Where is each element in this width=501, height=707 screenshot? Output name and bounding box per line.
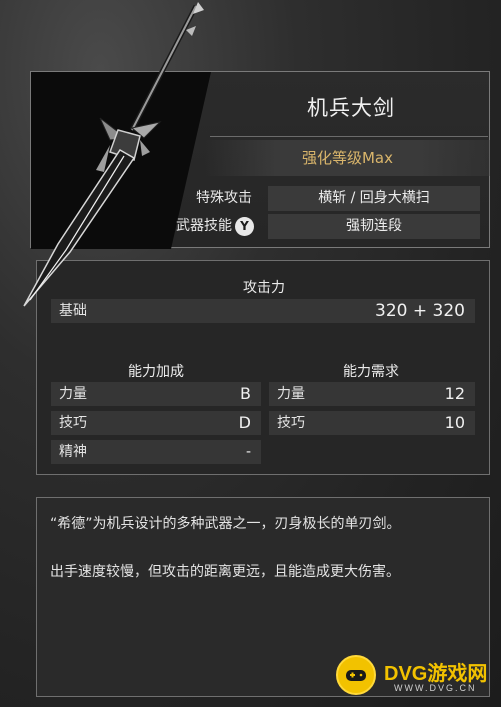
- requirement-label: 技巧: [277, 415, 305, 431]
- bonus-grade: B: [240, 384, 251, 403]
- bonus-grade: D: [238, 413, 251, 432]
- requirement-row-strength: 力量 12: [269, 382, 475, 406]
- requirement-label: 力量: [277, 386, 305, 402]
- bonus-header: 能力加成: [128, 364, 184, 380]
- watermark-url: WWW.DVG.CN: [394, 683, 477, 693]
- bonus-label: 精神: [59, 444, 87, 460]
- bonus-grade: -: [245, 444, 251, 460]
- bonus-row-spirit: 精神 -: [51, 440, 261, 464]
- description-line-1: “希德”为机兵设计的多种武器之一，刃身极长的单刃剑。: [50, 516, 401, 532]
- requirement-header: 能力需求: [343, 364, 399, 380]
- bonus-label: 力量: [59, 386, 87, 402]
- requirement-value: 12: [444, 384, 465, 403]
- description-line-2: 出手速度较慢，但攻击的距离更远，且能造成更大伤害。: [50, 564, 400, 580]
- watermark-logo: DVG游戏网 WWW.DVG.CN: [336, 655, 496, 699]
- attack-base-value: 320 + 320: [375, 301, 465, 321]
- special-attack-value: 横斩 / 回身大横扫: [268, 186, 480, 211]
- watermark-brand: DVG游戏网: [384, 663, 488, 685]
- requirement-value: 10: [444, 413, 465, 432]
- requirement-row-skill: 技巧 10: [269, 411, 475, 435]
- bonus-label: 技巧: [59, 415, 87, 431]
- bonus-row-skill: 技巧 D: [51, 411, 261, 435]
- bonus-row-strength: 力量 B: [51, 382, 261, 406]
- weapon-illustration: [23, 2, 204, 307]
- weapon-skill-value: 强韧连段: [268, 214, 480, 239]
- gamepad-icon: [336, 655, 376, 695]
